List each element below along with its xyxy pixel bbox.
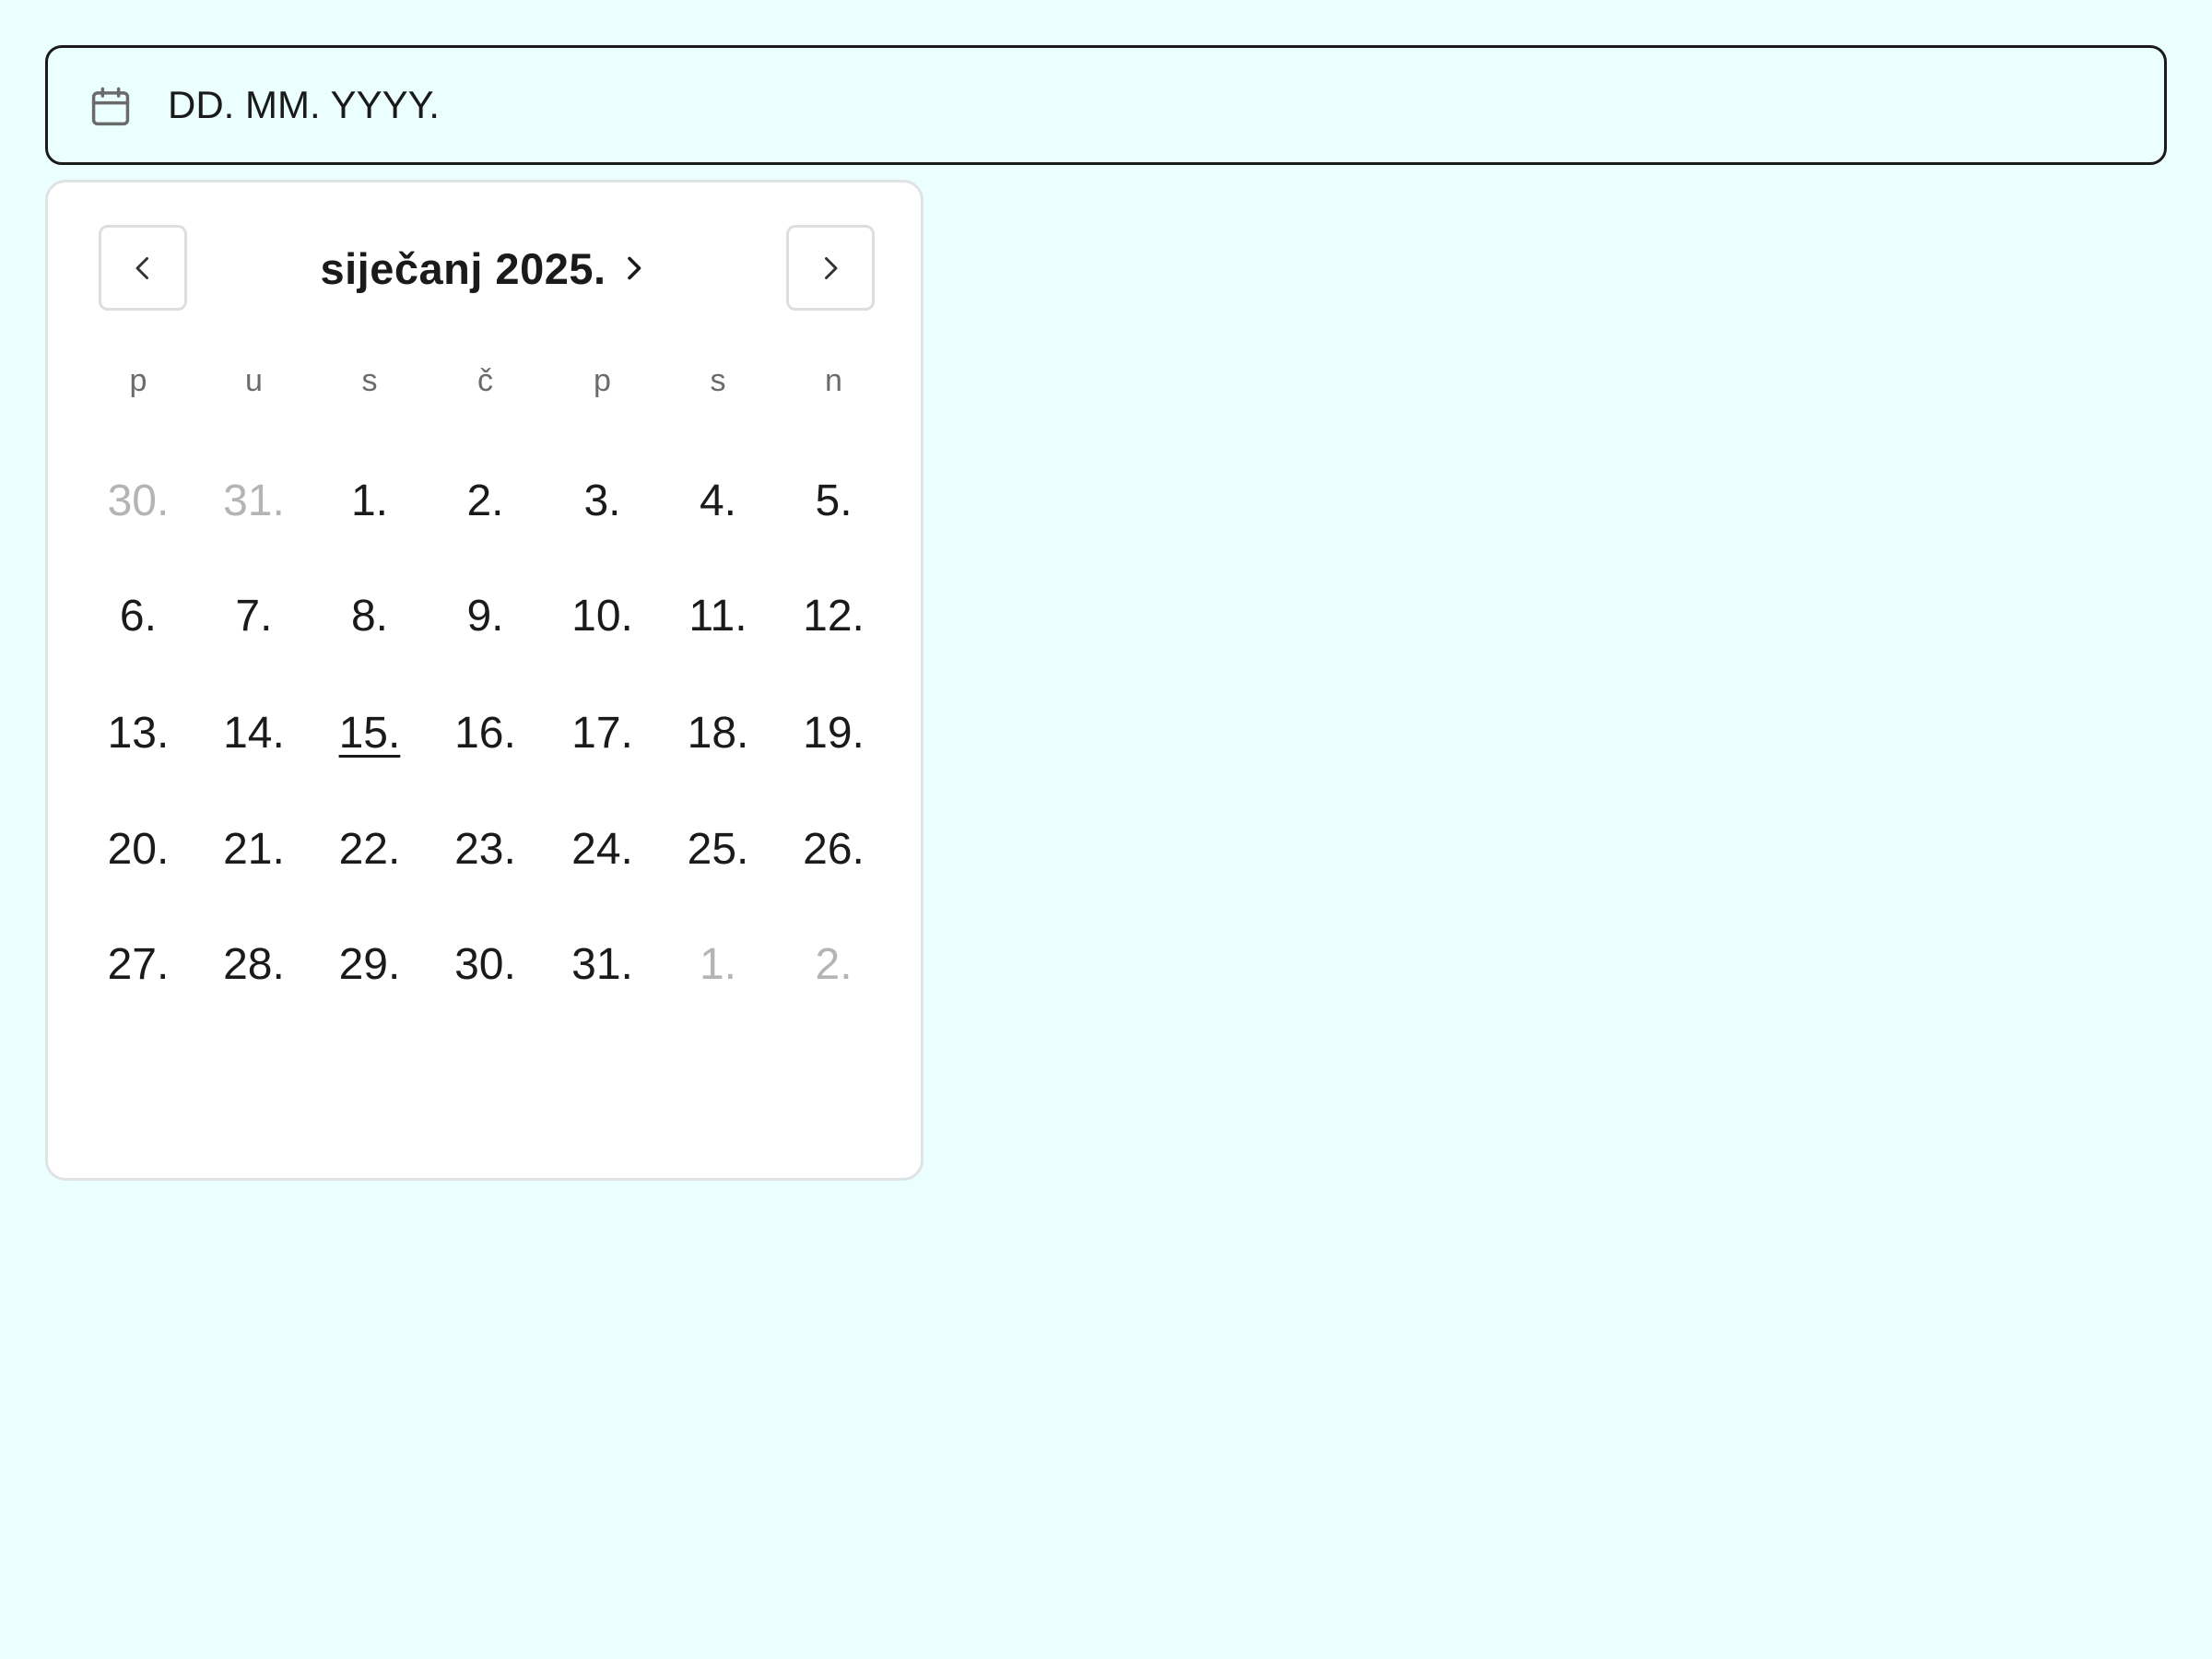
weekday-label: s — [361, 363, 378, 399]
weekday-label: p — [129, 363, 147, 399]
day-cell[interactable]: 28. — [195, 913, 312, 1017]
day-cell[interactable]: 11. — [660, 565, 776, 668]
day-number: 16. — [454, 709, 516, 759]
day-number: 14. — [223, 709, 285, 759]
chevron-right-icon — [627, 256, 641, 280]
day-cell-outside-month[interactable]: 31. — [195, 449, 312, 552]
day-cell[interactable]: 18. — [660, 682, 776, 785]
day-cell[interactable]: 19. — [776, 682, 892, 785]
day-number: 17. — [571, 709, 633, 759]
day-number: 7. — [235, 592, 273, 641]
day-number: 5. — [815, 476, 853, 525]
weekday-label: u — [244, 363, 263, 399]
day-number: 8. — [350, 592, 388, 641]
day-cell[interactable]: 26. — [776, 797, 892, 900]
day-number: 30. — [454, 940, 516, 990]
date-field[interactable] — [45, 45, 2167, 165]
day-number: 1. — [350, 476, 388, 525]
day-number: 23. — [454, 824, 516, 874]
day-number: 2. — [815, 940, 853, 990]
day-cell[interactable]: 9. — [427, 565, 543, 668]
day-cell[interactable]: 12. — [776, 565, 892, 668]
day-cell[interactable]: 4. — [660, 449, 776, 552]
day-number: 24. — [571, 824, 633, 874]
day-cell-today[interactable]: 15. — [312, 682, 428, 785]
day-number: 10. — [571, 592, 633, 641]
day-cell[interactable]: 27. — [80, 913, 196, 1017]
day-number: 20. — [107, 824, 170, 874]
weekday-label: č — [477, 363, 493, 399]
day-cell-outside-month[interactable]: 2. — [776, 913, 892, 1017]
day-cell[interactable]: 13. — [80, 682, 196, 785]
weekday-label: s — [710, 363, 726, 399]
day-cell[interactable]: 31. — [545, 913, 661, 1017]
day-number: 27. — [107, 940, 170, 990]
day-number: 21. — [223, 824, 285, 874]
day-cell[interactable]: 24. — [545, 797, 661, 900]
day-number: 22. — [338, 824, 401, 874]
weekday-label: n — [825, 363, 842, 399]
day-number: 13. — [107, 709, 170, 759]
day-number: 3. — [583, 476, 621, 525]
day-number: 1. — [699, 940, 737, 990]
weekday-label: p — [594, 363, 611, 399]
day-cell-outside-month[interactable]: 1. — [660, 913, 776, 1017]
day-number: 9. — [466, 592, 504, 641]
day-cell[interactable]: 30. — [427, 913, 543, 1017]
day-cell[interactable]: 1. — [312, 449, 428, 552]
day-number: 6. — [119, 592, 157, 641]
day-number: 25. — [687, 824, 749, 874]
day-cell[interactable]: 21. — [195, 797, 312, 900]
day-number: 31. — [223, 476, 285, 525]
day-cell[interactable]: 16. — [427, 682, 543, 785]
day-cell[interactable]: 14. — [195, 682, 312, 785]
day-number: 15. — [338, 709, 401, 759]
day-number: 12. — [803, 592, 865, 641]
next-month-button[interactable] — [786, 225, 875, 311]
day-number: 30. — [107, 476, 170, 525]
calendar-popover: siječanj 2025. p u s č p s n 30. 31. 1. 2. 3. 4. 5. 6… — [45, 180, 924, 1181]
day-cell[interactable]: 10. — [545, 565, 661, 668]
day-cell[interactable]: 29. — [312, 913, 428, 1017]
day-cell[interactable]: 25. — [660, 797, 776, 900]
chevron-right-icon — [825, 256, 838, 279]
date-input[interactable] — [122, 48, 2057, 162]
day-cell[interactable]: 23. — [427, 797, 543, 900]
day-number: 26. — [803, 824, 865, 874]
day-cell[interactable]: 6. — [80, 565, 196, 668]
day-number: 31. — [571, 940, 633, 990]
day-number: 28. — [223, 940, 285, 990]
day-number: 11. — [688, 592, 747, 641]
day-cell[interactable]: 20. — [80, 797, 196, 900]
day-number: 2. — [466, 476, 504, 525]
day-cell[interactable]: 2. — [427, 449, 543, 552]
day-cell[interactable]: 8. — [312, 565, 428, 668]
day-cell[interactable]: 5. — [776, 449, 892, 552]
day-number: 18. — [687, 709, 749, 759]
day-cell[interactable]: 22. — [312, 797, 428, 900]
day-number: 29. — [338, 940, 401, 990]
day-cell-outside-month[interactable]: 30. — [80, 449, 196, 552]
day-number: 4. — [699, 476, 737, 525]
day-cell[interactable]: 7. — [195, 565, 312, 668]
day-number: 19. — [803, 709, 865, 759]
month-year-label: siječanj 2025. — [320, 243, 606, 293]
day-cell[interactable]: 3. — [545, 449, 661, 552]
day-cell[interactable]: 17. — [545, 682, 661, 785]
